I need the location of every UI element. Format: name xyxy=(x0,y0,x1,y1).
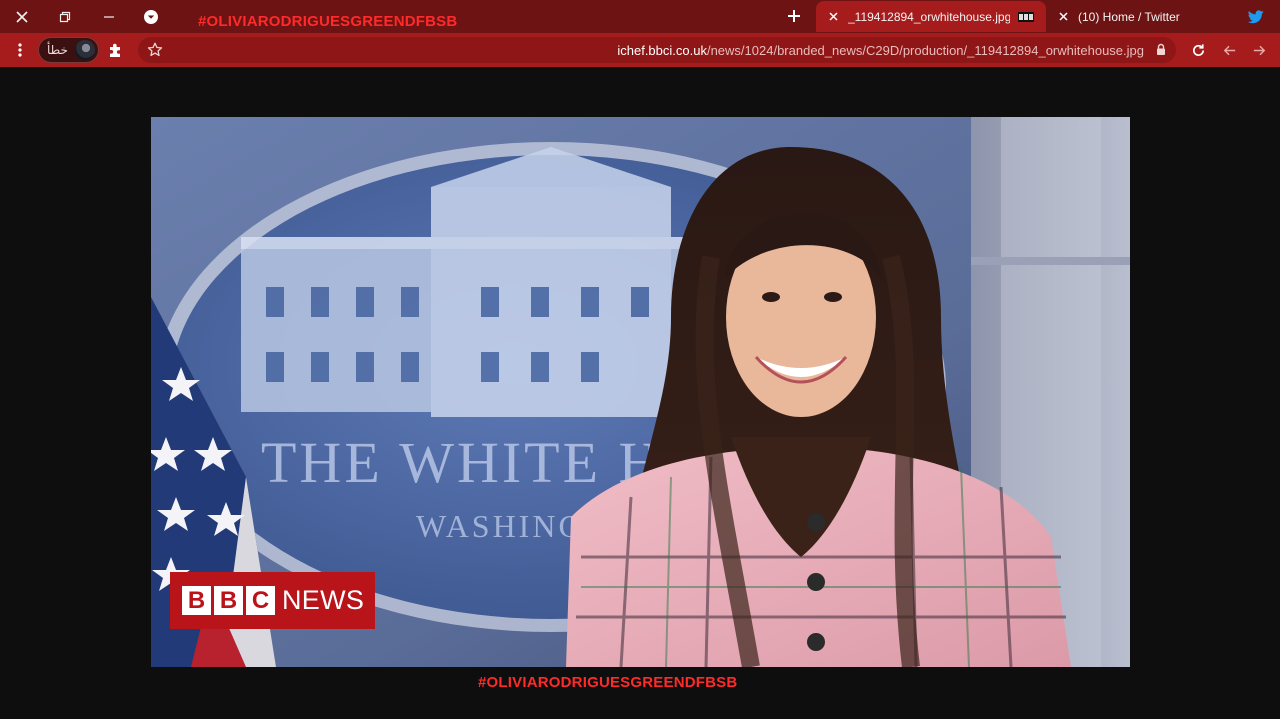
tab-strip: #OLIVIARODRIGUESGREENDFBSB _119412894_or… xyxy=(0,0,1280,33)
reload-button[interactable] xyxy=(1186,38,1210,62)
news-photo[interactable]: THE WHITE H WASHINGT B B C NEWS xyxy=(151,117,1130,667)
url-path: /news/1024/branded_news/C29D/production/… xyxy=(706,43,1144,58)
minimize-window-button[interactable] xyxy=(87,0,131,33)
tab-title: _119412894_orwhitehouse.jpg (1 xyxy=(848,9,1010,24)
image-viewer: THE WHITE H WASHINGT B B C NEWS #OLIVIAR… xyxy=(0,67,1280,719)
lock-icon[interactable] xyxy=(1156,43,1166,56)
url-host: ichef.bbci.co.uk xyxy=(617,43,707,58)
arrow-left-icon xyxy=(1223,45,1235,55)
close-window-button[interactable] xyxy=(0,0,44,33)
bbc-news-logo: B B C NEWS xyxy=(170,572,375,629)
extensions-button[interactable] xyxy=(104,38,128,62)
kebab-menu-icon xyxy=(18,43,22,57)
tab-title: (10) Home / Twitter xyxy=(1078,9,1180,24)
logo-block: B xyxy=(214,586,243,615)
tab-search-button[interactable] xyxy=(140,7,162,27)
restore-icon xyxy=(59,11,71,22)
tab-close-button[interactable] xyxy=(824,8,842,26)
chevron-down-circle-icon xyxy=(144,10,158,24)
browser-toolbar: خطأ ichef.bbci.co.uk/news/1024/branded_n… xyxy=(0,33,1280,67)
tab-bbc-image[interactable]: _119412894_orwhitehouse.jpg (1 xyxy=(816,1,1046,32)
avatar xyxy=(75,40,95,60)
tab-twitter[interactable]: (10) Home / Twitter xyxy=(1046,1,1280,32)
address-bar[interactable]: ichef.bbci.co.uk/news/1024/branded_news/… xyxy=(138,37,1176,63)
restore-window-button[interactable] xyxy=(43,0,87,33)
back-button[interactable] xyxy=(1217,38,1241,62)
profile-button[interactable]: خطأ xyxy=(38,37,99,63)
tab-close-button[interactable] xyxy=(1054,8,1072,26)
backdrop-text-line1: THE WHITE H xyxy=(261,430,663,495)
hashtag-overlay-bottom: #OLIVIARODRIGUESGREENDFBSB xyxy=(478,674,738,691)
arrow-right-icon xyxy=(1253,45,1265,55)
bbc-icon xyxy=(1018,11,1034,22)
close-icon xyxy=(16,10,28,23)
logo-word: NEWS xyxy=(282,585,365,615)
bookmark-star-icon[interactable] xyxy=(146,41,164,59)
forward-button[interactable] xyxy=(1247,38,1271,62)
logo-block: C xyxy=(246,586,275,615)
menu-button[interactable] xyxy=(8,38,32,62)
close-icon xyxy=(1058,12,1068,21)
hashtag-overlay-top: #OLIVIARODRIGUESGREENDFBSB xyxy=(198,13,458,30)
new-tab-button[interactable] xyxy=(782,5,806,27)
minimize-icon xyxy=(104,15,114,18)
logo-block: B xyxy=(182,586,211,615)
twitter-icon xyxy=(1248,9,1264,23)
puzzle-icon xyxy=(110,43,120,57)
url-text: ichef.bbci.co.uk/news/1024/branded_news/… xyxy=(617,43,1144,58)
reload-icon xyxy=(1192,43,1204,56)
profile-error-label: خطأ xyxy=(47,43,68,57)
plus-icon xyxy=(788,10,800,22)
close-icon xyxy=(828,12,838,21)
